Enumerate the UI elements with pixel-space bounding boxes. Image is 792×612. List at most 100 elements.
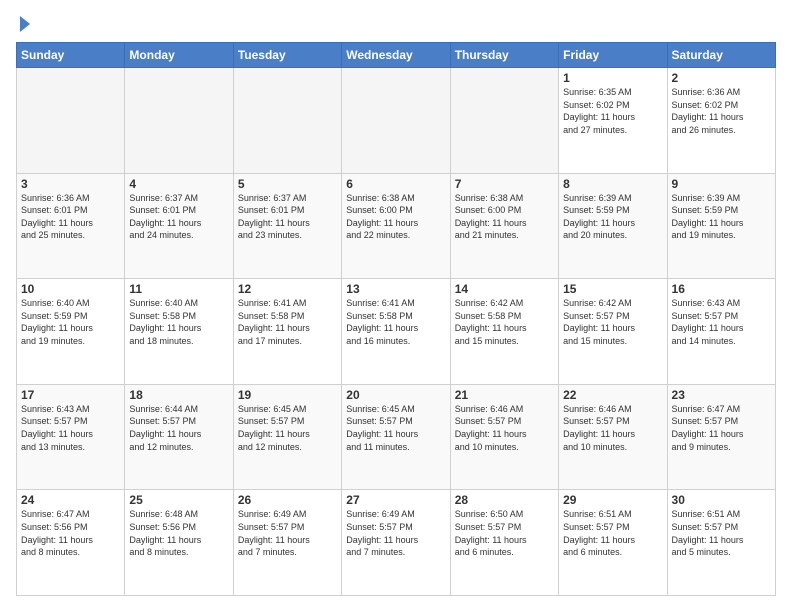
day-number: 21 xyxy=(455,388,554,402)
day-number: 23 xyxy=(672,388,771,402)
calendar-cell: 16Sunrise: 6:43 AM Sunset: 5:57 PM Dayli… xyxy=(667,279,775,385)
day-number: 19 xyxy=(238,388,337,402)
day-info: Sunrise: 6:36 AM Sunset: 6:02 PM Dayligh… xyxy=(672,86,771,136)
logo-arrow-icon xyxy=(20,16,30,32)
day-info: Sunrise: 6:46 AM Sunset: 5:57 PM Dayligh… xyxy=(563,403,662,453)
calendar-cell: 3Sunrise: 6:36 AM Sunset: 6:01 PM Daylig… xyxy=(17,173,125,279)
day-info: Sunrise: 6:50 AM Sunset: 5:57 PM Dayligh… xyxy=(455,508,554,558)
calendar-cell: 1Sunrise: 6:35 AM Sunset: 6:02 PM Daylig… xyxy=(559,68,667,174)
calendar-cell: 26Sunrise: 6:49 AM Sunset: 5:57 PM Dayli… xyxy=(233,490,341,596)
week-row-5: 24Sunrise: 6:47 AM Sunset: 5:56 PM Dayli… xyxy=(17,490,776,596)
day-info: Sunrise: 6:37 AM Sunset: 6:01 PM Dayligh… xyxy=(129,192,228,242)
day-info: Sunrise: 6:37 AM Sunset: 6:01 PM Dayligh… xyxy=(238,192,337,242)
logo xyxy=(16,16,30,32)
weekday-header-row: SundayMondayTuesdayWednesdayThursdayFrid… xyxy=(17,43,776,68)
calendar-cell xyxy=(125,68,233,174)
weekday-header-sunday: Sunday xyxy=(17,43,125,68)
calendar-cell: 22Sunrise: 6:46 AM Sunset: 5:57 PM Dayli… xyxy=(559,384,667,490)
day-info: Sunrise: 6:35 AM Sunset: 6:02 PM Dayligh… xyxy=(563,86,662,136)
day-number: 3 xyxy=(21,177,120,191)
day-number: 11 xyxy=(129,282,228,296)
page: SundayMondayTuesdayWednesdayThursdayFrid… xyxy=(0,0,792,612)
day-info: Sunrise: 6:44 AM Sunset: 5:57 PM Dayligh… xyxy=(129,403,228,453)
weekday-header-thursday: Thursday xyxy=(450,43,558,68)
day-info: Sunrise: 6:47 AM Sunset: 5:57 PM Dayligh… xyxy=(672,403,771,453)
calendar-cell: 7Sunrise: 6:38 AM Sunset: 6:00 PM Daylig… xyxy=(450,173,558,279)
day-info: Sunrise: 6:43 AM Sunset: 5:57 PM Dayligh… xyxy=(21,403,120,453)
calendar-cell: 14Sunrise: 6:42 AM Sunset: 5:58 PM Dayli… xyxy=(450,279,558,385)
calendar-cell: 4Sunrise: 6:37 AM Sunset: 6:01 PM Daylig… xyxy=(125,173,233,279)
day-info: Sunrise: 6:42 AM Sunset: 5:57 PM Dayligh… xyxy=(563,297,662,347)
header xyxy=(16,16,776,32)
calendar-cell: 23Sunrise: 6:47 AM Sunset: 5:57 PM Dayli… xyxy=(667,384,775,490)
calendar-cell xyxy=(17,68,125,174)
calendar-cell: 13Sunrise: 6:41 AM Sunset: 5:58 PM Dayli… xyxy=(342,279,450,385)
calendar-cell: 28Sunrise: 6:50 AM Sunset: 5:57 PM Dayli… xyxy=(450,490,558,596)
day-number: 6 xyxy=(346,177,445,191)
calendar-cell: 6Sunrise: 6:38 AM Sunset: 6:00 PM Daylig… xyxy=(342,173,450,279)
calendar-cell: 25Sunrise: 6:48 AM Sunset: 5:56 PM Dayli… xyxy=(125,490,233,596)
day-info: Sunrise: 6:47 AM Sunset: 5:56 PM Dayligh… xyxy=(21,508,120,558)
weekday-header-wednesday: Wednesday xyxy=(342,43,450,68)
day-info: Sunrise: 6:38 AM Sunset: 6:00 PM Dayligh… xyxy=(346,192,445,242)
day-number: 17 xyxy=(21,388,120,402)
day-info: Sunrise: 6:39 AM Sunset: 5:59 PM Dayligh… xyxy=(672,192,771,242)
calendar-cell: 12Sunrise: 6:41 AM Sunset: 5:58 PM Dayli… xyxy=(233,279,341,385)
calendar-cell: 11Sunrise: 6:40 AM Sunset: 5:58 PM Dayli… xyxy=(125,279,233,385)
week-row-2: 3Sunrise: 6:36 AM Sunset: 6:01 PM Daylig… xyxy=(17,173,776,279)
calendar-cell: 27Sunrise: 6:49 AM Sunset: 5:57 PM Dayli… xyxy=(342,490,450,596)
day-number: 18 xyxy=(129,388,228,402)
day-info: Sunrise: 6:48 AM Sunset: 5:56 PM Dayligh… xyxy=(129,508,228,558)
weekday-header-friday: Friday xyxy=(559,43,667,68)
day-number: 27 xyxy=(346,493,445,507)
day-info: Sunrise: 6:51 AM Sunset: 5:57 PM Dayligh… xyxy=(672,508,771,558)
day-info: Sunrise: 6:49 AM Sunset: 5:57 PM Dayligh… xyxy=(346,508,445,558)
calendar-cell: 8Sunrise: 6:39 AM Sunset: 5:59 PM Daylig… xyxy=(559,173,667,279)
calendar-cell: 24Sunrise: 6:47 AM Sunset: 5:56 PM Dayli… xyxy=(17,490,125,596)
calendar-cell: 5Sunrise: 6:37 AM Sunset: 6:01 PM Daylig… xyxy=(233,173,341,279)
day-info: Sunrise: 6:36 AM Sunset: 6:01 PM Dayligh… xyxy=(21,192,120,242)
weekday-header-saturday: Saturday xyxy=(667,43,775,68)
day-number: 25 xyxy=(129,493,228,507)
calendar-cell: 9Sunrise: 6:39 AM Sunset: 5:59 PM Daylig… xyxy=(667,173,775,279)
weekday-header-monday: Monday xyxy=(125,43,233,68)
day-number: 13 xyxy=(346,282,445,296)
calendar-cell xyxy=(450,68,558,174)
weekday-header-tuesday: Tuesday xyxy=(233,43,341,68)
calendar: SundayMondayTuesdayWednesdayThursdayFrid… xyxy=(16,42,776,596)
day-number: 7 xyxy=(455,177,554,191)
day-info: Sunrise: 6:38 AM Sunset: 6:00 PM Dayligh… xyxy=(455,192,554,242)
calendar-cell: 17Sunrise: 6:43 AM Sunset: 5:57 PM Dayli… xyxy=(17,384,125,490)
calendar-cell: 20Sunrise: 6:45 AM Sunset: 5:57 PM Dayli… xyxy=(342,384,450,490)
calendar-cell: 21Sunrise: 6:46 AM Sunset: 5:57 PM Dayli… xyxy=(450,384,558,490)
day-number: 15 xyxy=(563,282,662,296)
day-number: 5 xyxy=(238,177,337,191)
day-info: Sunrise: 6:45 AM Sunset: 5:57 PM Dayligh… xyxy=(238,403,337,453)
calendar-cell xyxy=(233,68,341,174)
day-info: Sunrise: 6:43 AM Sunset: 5:57 PM Dayligh… xyxy=(672,297,771,347)
day-number: 2 xyxy=(672,71,771,85)
day-number: 26 xyxy=(238,493,337,507)
calendar-cell: 30Sunrise: 6:51 AM Sunset: 5:57 PM Dayli… xyxy=(667,490,775,596)
calendar-cell: 29Sunrise: 6:51 AM Sunset: 5:57 PM Dayli… xyxy=(559,490,667,596)
calendar-cell: 19Sunrise: 6:45 AM Sunset: 5:57 PM Dayli… xyxy=(233,384,341,490)
day-number: 16 xyxy=(672,282,771,296)
day-info: Sunrise: 6:40 AM Sunset: 5:58 PM Dayligh… xyxy=(129,297,228,347)
calendar-cell: 2Sunrise: 6:36 AM Sunset: 6:02 PM Daylig… xyxy=(667,68,775,174)
day-number: 29 xyxy=(563,493,662,507)
day-number: 14 xyxy=(455,282,554,296)
day-number: 12 xyxy=(238,282,337,296)
day-info: Sunrise: 6:51 AM Sunset: 5:57 PM Dayligh… xyxy=(563,508,662,558)
day-number: 30 xyxy=(672,493,771,507)
day-number: 20 xyxy=(346,388,445,402)
week-row-3: 10Sunrise: 6:40 AM Sunset: 5:59 PM Dayli… xyxy=(17,279,776,385)
week-row-1: 1Sunrise: 6:35 AM Sunset: 6:02 PM Daylig… xyxy=(17,68,776,174)
day-info: Sunrise: 6:41 AM Sunset: 5:58 PM Dayligh… xyxy=(238,297,337,347)
calendar-cell xyxy=(342,68,450,174)
day-info: Sunrise: 6:45 AM Sunset: 5:57 PM Dayligh… xyxy=(346,403,445,453)
day-number: 4 xyxy=(129,177,228,191)
calendar-cell: 10Sunrise: 6:40 AM Sunset: 5:59 PM Dayli… xyxy=(17,279,125,385)
day-number: 10 xyxy=(21,282,120,296)
day-number: 9 xyxy=(672,177,771,191)
day-number: 28 xyxy=(455,493,554,507)
